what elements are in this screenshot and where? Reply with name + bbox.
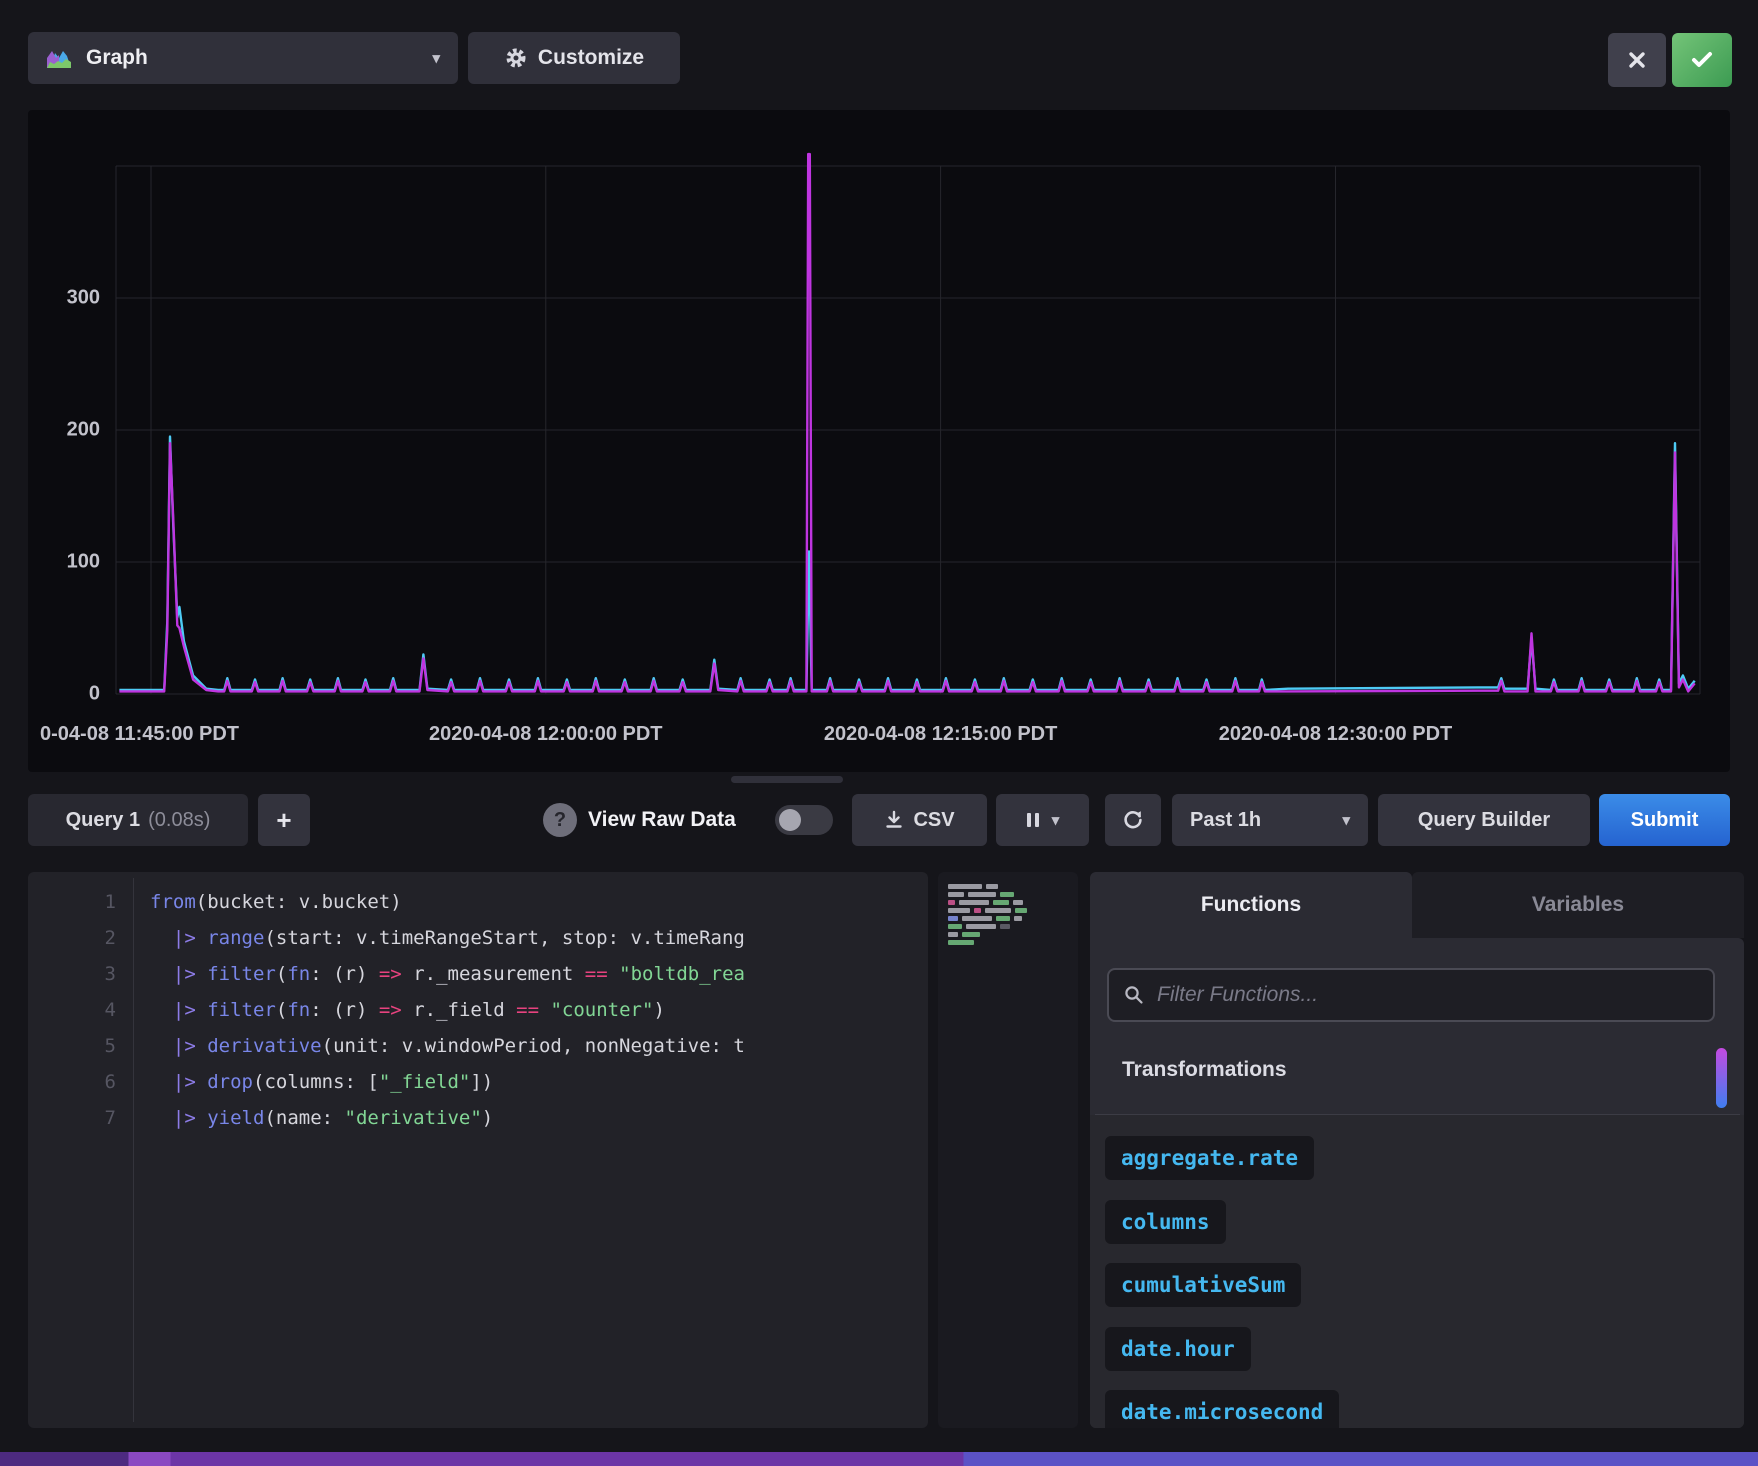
line-number: 3 (28, 956, 116, 992)
y-tick-label: 300 (67, 286, 100, 308)
query-builder-button[interactable]: Query Builder (1378, 794, 1590, 846)
code-line: |> derivative(unit: v.windowPeriod, nonN… (150, 1028, 920, 1064)
chevron-down-icon: ▾ (432, 49, 440, 67)
line-number: 4 (28, 992, 116, 1028)
gear-icon (504, 46, 528, 70)
data-explorer-page: Graph ▾ Customize 01002003000-04-08 11:4 (0, 0, 1758, 1466)
chevron-down-icon: ▾ (1052, 811, 1060, 829)
area-chart-icon (46, 47, 72, 69)
functions-panel-content: Transformations aggregate.rate columns cum… (1090, 938, 1744, 1428)
add-query-button[interactable]: + (258, 794, 310, 846)
download-csv-button[interactable]: CSV (852, 794, 987, 846)
page-progress-bar (0, 1452, 1758, 1466)
query-tab-name: Query 1 (66, 809, 140, 832)
close-icon (1627, 50, 1647, 70)
minimap-row (948, 940, 974, 945)
search-icon (1123, 984, 1145, 1006)
refresh-icon (1121, 808, 1145, 832)
code-line: |> filter(fn: (r) => r._field == "counte… (150, 992, 920, 1028)
minimap-row (948, 884, 998, 889)
cancel-button[interactable] (1608, 33, 1666, 87)
tab-variables[interactable]: Variables (1412, 872, 1744, 938)
line-number: 6 (28, 1064, 116, 1100)
function-pill-date.hour[interactable]: date.hour (1105, 1327, 1251, 1371)
submit-button[interactable]: Submit (1599, 794, 1730, 846)
line-number: 2 (28, 920, 116, 956)
filter-functions-input[interactable] (1155, 982, 1699, 1008)
y-tick-label: 100 (67, 550, 100, 572)
functions-sidebar: Functions Variables Transformations aggr… (1090, 872, 1744, 1428)
line-number: 5 (28, 1028, 116, 1064)
x-tick-label: 2020-04-08 12:00:00 PDT (429, 723, 662, 745)
filter-functions-field[interactable] (1107, 968, 1715, 1022)
minimap-row (948, 916, 1022, 921)
customize-button[interactable]: Customize (468, 32, 680, 84)
visualization-type-label: Graph (86, 46, 148, 70)
x-tick-label: 2020-04-08 12:15:00 PDT (824, 723, 1057, 745)
y-tick-label: 0 (89, 682, 100, 704)
time-range-label: Past 1h (1190, 809, 1261, 832)
x-tick-label: 2020-04-08 12:30:00 PDT (1219, 723, 1452, 745)
chart-line-series-cyan (119, 437, 1694, 690)
function-pill-cumulativeSum[interactable]: cumulativeSum (1105, 1263, 1301, 1307)
chevron-down-icon: ▾ (1342, 811, 1350, 829)
tab-functions[interactable]: Functions (1090, 872, 1412, 938)
view-raw-data-label: View Raw Data (588, 794, 736, 846)
function-pill-date.microsecond[interactable]: date.microsecond (1105, 1390, 1339, 1428)
code-line: |> drop(columns: ["_field"]) (150, 1064, 920, 1100)
refresh-button[interactable] (1105, 794, 1161, 846)
code-line: |> yield(name: "derivative") (150, 1100, 920, 1136)
time-series-chart[interactable]: 0 100 200 300 0-04-08 11:45:00 PDT 2020-04-08… (28, 110, 1730, 772)
chart-line-series-magenta (119, 154, 1694, 691)
y-tick-label: 200 (67, 418, 100, 440)
minimap-row (948, 908, 1027, 913)
checkmark-icon (1691, 51, 1713, 69)
function-pill-aggregate.rate[interactable]: aggregate.rate (1105, 1136, 1314, 1180)
code-line: |> filter(fn: (r) => r._measurement == "… (150, 956, 920, 992)
toggle-knob (779, 809, 801, 831)
time-range-dropdown[interactable]: Past 1h ▾ (1172, 794, 1368, 846)
csv-label: CSV (913, 809, 954, 832)
query-tab-1[interactable]: Query 1 (0.08s) (28, 794, 248, 846)
flux-code-editor[interactable]: 1 from(bucket: v.bucket) 2 |> range(start:… (28, 872, 928, 1428)
minimap-row (948, 924, 1010, 929)
panel-resize-handle[interactable] (731, 776, 843, 783)
code-line: from(bucket: v.bucket) (150, 884, 920, 920)
minimap-row (948, 932, 980, 937)
customize-label: Customize (538, 46, 644, 70)
function-pill-columns[interactable]: columns (1105, 1200, 1226, 1244)
minimap-row (948, 892, 1014, 897)
confirm-button[interactable] (1672, 33, 1732, 87)
query-duration: (0.08s) (148, 809, 210, 832)
line-number: 1 (28, 884, 116, 920)
line-number: 7 (28, 1100, 116, 1136)
pause-icon (1026, 811, 1040, 829)
visualization-type-dropdown[interactable]: Graph ▾ (28, 32, 458, 84)
transformations-section-title: Transformations (1122, 1058, 1287, 1082)
download-icon (884, 810, 904, 830)
code-line: |> range(start: v.timeRangeStart, stop: … (150, 920, 920, 956)
functions-list: aggregate.rate columns cumulativeSum date.h… (1090, 1115, 1744, 1428)
scrollbar-thumb[interactable] (1716, 1048, 1727, 1108)
view-raw-data-toggle[interactable] (775, 805, 833, 835)
minimap-row (948, 900, 1023, 905)
x-tick-label: 0-04-08 11:45:00 PDT (40, 723, 239, 745)
help-icon[interactable]: ? (543, 803, 577, 837)
pause-dropdown-button[interactable]: ▾ (996, 794, 1089, 846)
editor-minimap[interactable] (938, 872, 1078, 1428)
gutter-divider (133, 878, 134, 1422)
